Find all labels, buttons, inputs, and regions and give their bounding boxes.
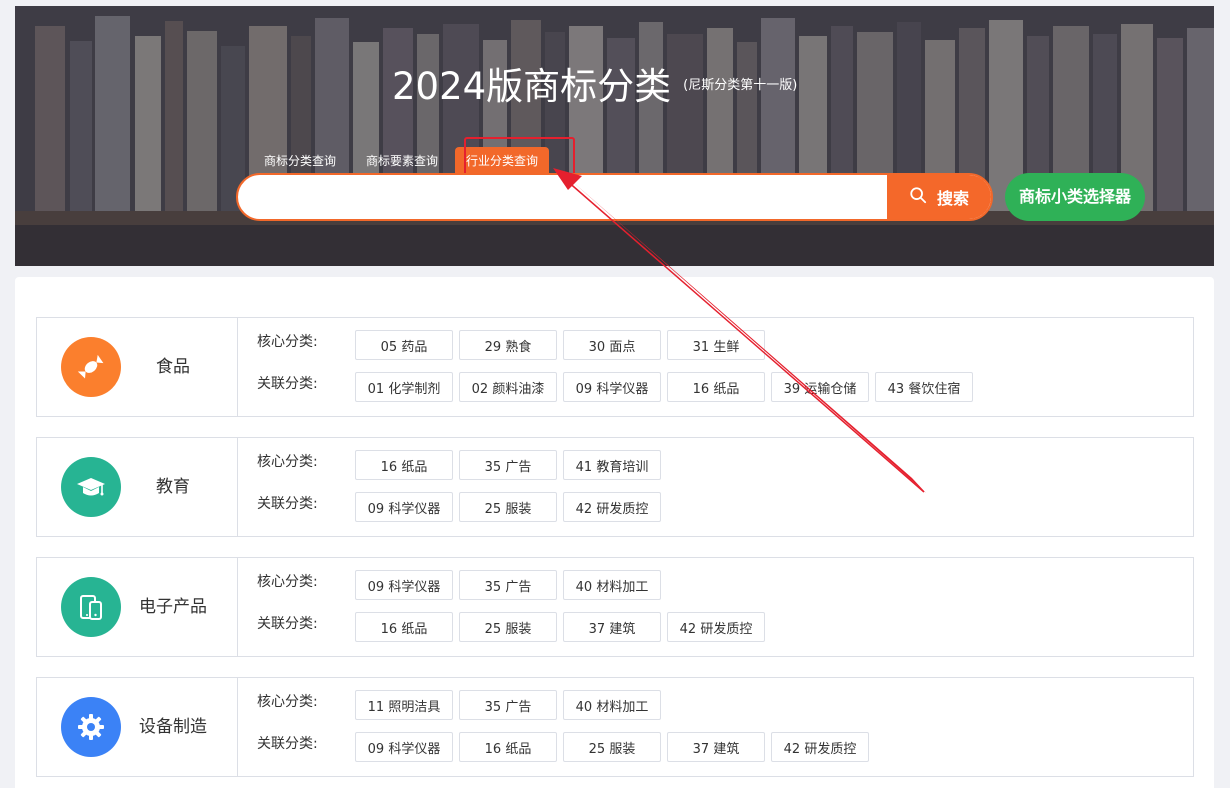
core-class-label: 核心分类: [257, 574, 318, 590]
related-class-label: 关联分类: [257, 616, 318, 632]
class-tag[interactable]: 09 科学仪器 [563, 372, 661, 402]
industry-name: 电子产品 [139, 597, 207, 617]
search-button[interactable]: 搜索 [887, 175, 991, 219]
class-tag[interactable]: 42 研发质控 [771, 732, 869, 762]
search-icon [909, 186, 927, 208]
class-tag[interactable]: 16 纸品 [355, 450, 453, 480]
class-tag[interactable]: 16 纸品 [667, 372, 765, 402]
gear-icon [61, 697, 121, 757]
class-tag[interactable]: 09 科学仪器 [355, 732, 453, 762]
industry-header: 电子产品 [37, 558, 238, 656]
industry-name: 设备制造 [139, 717, 207, 737]
related-class-row: 关联分类: 09 科学仪器 25 服装 42 研发质控 [257, 492, 667, 522]
class-tag[interactable]: 05 药品 [355, 330, 453, 360]
class-tag[interactable]: 09 科学仪器 [355, 570, 453, 600]
class-tag[interactable]: 31 生鲜 [667, 330, 765, 360]
core-class-row: 核心分类: 05 药品 29 熟食 30 面点 31 生鲜 [257, 330, 771, 360]
related-class-label: 关联分类: [257, 736, 318, 752]
class-tag[interactable]: 42 研发质控 [563, 492, 661, 522]
industry-header: 教育 [37, 438, 238, 536]
class-tag[interactable]: 09 科学仪器 [355, 492, 453, 522]
page-title-group: 2024版商标分类 (尼斯分类第十一版) [392, 56, 797, 110]
core-class-row: 核心分类: 11 照明洁具 35 广告 40 材料加工 [257, 690, 667, 720]
devices-icon [61, 577, 121, 637]
class-selector-button[interactable]: 商标小类选择器 [1005, 173, 1145, 221]
search-bar: 搜索 [236, 173, 993, 221]
class-tag[interactable]: 16 纸品 [459, 732, 557, 762]
industry-name: 食品 [156, 357, 190, 377]
tab-trademark-class-query[interactable]: 商标分类查询 [260, 147, 340, 175]
industry-card-equipment: 设备制造 核心分类: 11 照明洁具 35 广告 40 材料加工 关联分类: 0… [36, 677, 1194, 777]
class-tag[interactable]: 37 建筑 [563, 612, 661, 642]
graduation-cap-icon [61, 457, 121, 517]
search-input[interactable] [238, 175, 888, 219]
class-tag[interactable]: 43 餐饮住宿 [875, 372, 973, 402]
class-tag[interactable]: 35 广告 [459, 690, 557, 720]
class-tag[interactable]: 29 熟食 [459, 330, 557, 360]
hero-banner [15, 6, 1214, 266]
core-class-label: 核心分类: [257, 334, 318, 350]
related-class-label: 关联分类: [257, 496, 318, 512]
class-tag[interactable]: 01 化学制剂 [355, 372, 453, 402]
class-tag[interactable]: 35 广告 [459, 450, 557, 480]
industry-card-electronics: 电子产品 核心分类: 09 科学仪器 35 广告 40 材料加工 关联分类: 1… [36, 557, 1194, 657]
search-button-label: 搜索 [936, 189, 969, 208]
hero-overlay [15, 6, 1214, 266]
core-class-label: 核心分类: [257, 694, 318, 710]
page-subtitle: (尼斯分类第十一版) [683, 77, 798, 93]
class-tag[interactable]: 16 纸品 [355, 612, 453, 642]
industry-card-education: 教育 核心分类: 16 纸品 35 广告 41 教育培训 关联分类: 09 科学… [36, 437, 1194, 537]
core-class-label: 核心分类: [257, 454, 318, 470]
industry-header: 食品 [37, 318, 238, 416]
class-tag[interactable]: 42 研发质控 [667, 612, 765, 642]
class-tag[interactable]: 25 服装 [563, 732, 661, 762]
page-title: 2024版商标分类 [392, 65, 672, 108]
tab-trademark-element-query[interactable]: 商标要素查询 [362, 147, 442, 175]
core-class-row: 核心分类: 09 科学仪器 35 广告 40 材料加工 [257, 570, 667, 600]
class-tag[interactable]: 40 材料加工 [563, 690, 661, 720]
related-class-row: 关联分类: 16 纸品 25 服装 37 建筑 42 研发质控 [257, 612, 771, 642]
core-class-row: 核心分类: 16 纸品 35 广告 41 教育培训 [257, 450, 667, 480]
class-tag[interactable]: 35 广告 [459, 570, 557, 600]
class-tag[interactable]: 25 服装 [459, 492, 557, 522]
class-tag[interactable]: 30 面点 [563, 330, 661, 360]
related-class-row: 关联分类: 09 科学仪器 16 纸品 25 服装 37 建筑 42 研发质控 [257, 732, 875, 762]
class-tag[interactable]: 39 运输仓储 [771, 372, 869, 402]
related-class-row: 关联分类: 01 化学制剂 02 颜料油漆 09 科学仪器 16 纸品 39 运… [257, 372, 979, 402]
class-tag[interactable]: 41 教育培训 [563, 450, 661, 480]
class-tag[interactable]: 02 颜料油漆 [459, 372, 557, 402]
class-tag[interactable]: 40 材料加工 [563, 570, 661, 600]
industry-name: 教育 [156, 477, 190, 497]
industry-card-food: 食品 核心分类: 05 药品 29 熟食 30 面点 31 生鲜 关联分类: 0… [36, 317, 1194, 417]
class-tag[interactable]: 37 建筑 [667, 732, 765, 762]
class-tag[interactable]: 25 服装 [459, 612, 557, 642]
industry-header: 设备制造 [37, 678, 238, 776]
class-tag[interactable]: 11 照明洁具 [355, 690, 453, 720]
candy-icon [61, 337, 121, 397]
related-class-label: 关联分类: [257, 376, 318, 392]
